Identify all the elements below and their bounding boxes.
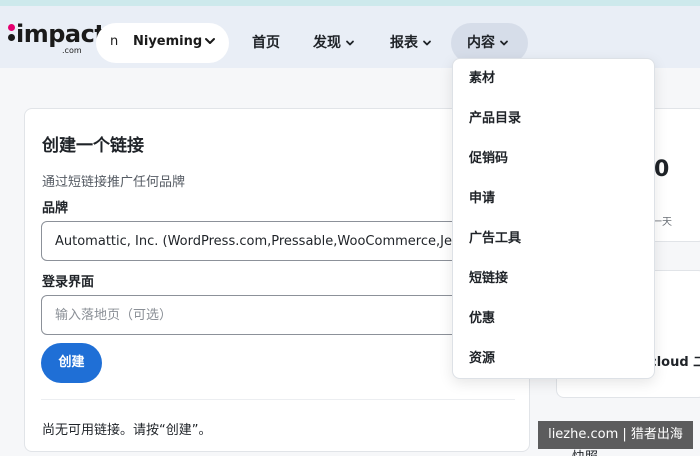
nav-discover-label: 发现 [313,35,341,51]
nav-reports-label: 报表 [390,35,418,51]
nav-home[interactable]: 首页 [252,23,280,63]
chevron-down-icon [346,40,354,46]
chevron-down-icon [205,38,215,44]
empty-links-note: 尚无可用链接。请按“创建”。 [42,423,212,438]
nav-content[interactable]: 内容 [451,23,528,63]
divider [41,399,515,400]
account-name: Niyeming [133,34,203,49]
menu-item-resources[interactable]: 资源 [469,349,495,369]
impact-logo[interactable]: impact .com [6,20,106,56]
create-button[interactable]: 创建 [41,343,102,383]
nav-content-label: 内容 [467,35,495,51]
brand-label: 品牌 [42,201,69,216]
landing-page-label: 登录界面 [42,275,95,290]
logo-mark-icon [8,24,16,42]
stat-period: 一天 [652,217,672,228]
menu-item-deals[interactable]: 优惠 [469,309,495,329]
menu-item-creatives[interactable]: 素材 [469,69,495,89]
chevron-down-icon [500,40,508,46]
account-initial: n [110,34,119,49]
stat-value: 0 [654,157,670,182]
menu-item-short-links[interactable]: 短链接 [469,269,508,289]
brand-select[interactable]: Automattic, Inc. (WordPress.com,Pressabl… [41,221,471,261]
logo-text: impact [16,20,106,48]
landing-page-field[interactable] [41,295,471,335]
menu-item-promo-codes[interactable]: 促销码 [469,149,508,169]
menu-item-ad-tools[interactable]: 广告工具 [469,229,521,249]
menu-item-product-catalog[interactable]: 产品目录 [469,109,521,129]
brand-select-value: Automattic, Inc. (WordPress.com,Pressabl… [55,234,471,249]
secondary-card-text: cloud 二 [649,355,700,370]
card-subtitle: 通过短链接推广任何品牌 [42,175,186,190]
chevron-down-icon [423,40,431,46]
logo-subtext: .com [62,46,82,55]
landing-page-input[interactable] [42,296,470,334]
watermark: liezhe.com | 猎者出海 [538,421,693,449]
content-dropdown-menu: 素材 产品目录 促销码 申请 广告工具 短链接 优惠 资源 [452,58,655,379]
nav-discover[interactable]: 发现 [313,23,355,63]
card-title: 创建一个链接 [42,136,144,156]
account-switcher[interactable]: n Niyeming [96,23,229,63]
nav-reports[interactable]: 报表 [390,23,432,63]
menu-item-applications[interactable]: 申请 [469,189,495,209]
nav-home-label: 首页 [252,35,280,51]
